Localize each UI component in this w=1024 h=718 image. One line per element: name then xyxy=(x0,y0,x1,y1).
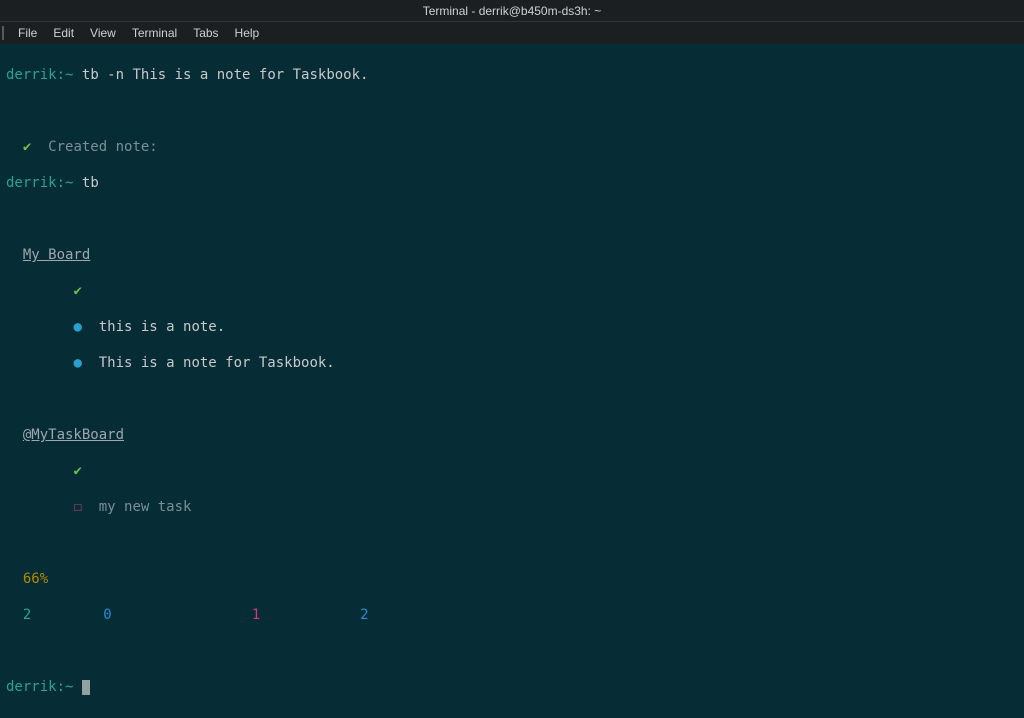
menu-bar: File Edit View Terminal Tabs Help xyxy=(0,22,1024,44)
line-created: ✔ Created note: xyxy=(6,138,1018,156)
line-board1-item1: ● this is a note. xyxy=(6,318,1018,336)
note-text: this is a note. xyxy=(99,319,225,335)
line-board1-check: ✔ xyxy=(6,282,1018,300)
line-stats: 2012 xyxy=(6,606,1018,624)
note-text: This is a note for Taskbook. xyxy=(99,355,335,371)
line-board2-check: ✔ xyxy=(6,462,1018,480)
stat-pending: 0 xyxy=(103,607,111,623)
check-icon: ✔ xyxy=(73,463,81,479)
percent-value: 66% xyxy=(23,571,48,587)
prompt-user: derrik xyxy=(6,67,57,83)
board-title: My Board xyxy=(23,247,90,263)
window-titlebar: Terminal - derrik@b450m-ds3h: ~ xyxy=(0,0,1024,22)
prompt-sep: : xyxy=(57,67,65,83)
line-cmd1: derrik:~ tb -n This is a note for Taskbo… xyxy=(6,66,1018,84)
menu-grip-icon xyxy=(2,26,4,40)
check-icon: ✔ xyxy=(23,139,31,155)
menu-file[interactable]: File xyxy=(10,26,45,40)
prompt-sep: : xyxy=(57,679,65,695)
terminal-output[interactable]: derrik:~ tb -n This is a note for Taskbo… xyxy=(0,44,1024,718)
line-blank xyxy=(6,210,1018,228)
board-title: @MyTaskBoard xyxy=(23,427,124,443)
line-percent: 66% xyxy=(6,570,1018,588)
menu-edit[interactable]: Edit xyxy=(45,26,82,40)
prompt-sep: : xyxy=(57,175,65,191)
command-text: tb xyxy=(82,175,99,191)
window-title: Terminal - derrik@b450m-ds3h: ~ xyxy=(423,4,602,18)
line-blank xyxy=(6,534,1018,552)
command-text: tb -n This is a note for Taskbook. xyxy=(82,67,369,83)
line-blank xyxy=(6,102,1018,120)
line-board2-title: @MyTaskBoard xyxy=(6,426,1018,444)
line-board1-item2: ● This is a note for Taskbook. xyxy=(6,354,1018,372)
task-text: my new task xyxy=(99,499,192,515)
prompt-path: ~ xyxy=(65,175,73,191)
line-blank xyxy=(6,390,1018,408)
checkbox-icon: ☐ xyxy=(73,499,81,515)
menu-view[interactable]: View xyxy=(82,26,124,40)
line-blank xyxy=(6,642,1018,660)
check-icon: ✔ xyxy=(73,283,81,299)
stat-inprogress: 1 xyxy=(252,607,260,623)
prompt-path: ~ xyxy=(65,67,73,83)
stat-done: 2 xyxy=(23,607,31,623)
prompt-user: derrik xyxy=(6,175,57,191)
menu-terminal[interactable]: Terminal xyxy=(124,26,185,40)
menu-help[interactable]: Help xyxy=(227,26,268,40)
bullet-icon: ● xyxy=(73,355,81,371)
line-prompt-idle: derrik:~ xyxy=(6,678,1018,696)
prompt-user: derrik xyxy=(6,679,57,695)
cursor-icon xyxy=(82,680,90,695)
menu-tabs[interactable]: Tabs xyxy=(185,26,226,40)
prompt-path: ~ xyxy=(65,679,73,695)
stat-notes: 2 xyxy=(360,607,368,623)
line-board1-title: My Board xyxy=(6,246,1018,264)
line-cmd2: derrik:~ tb xyxy=(6,174,1018,192)
bullet-icon: ● xyxy=(73,319,81,335)
created-note-label: Created note: xyxy=(48,139,158,155)
